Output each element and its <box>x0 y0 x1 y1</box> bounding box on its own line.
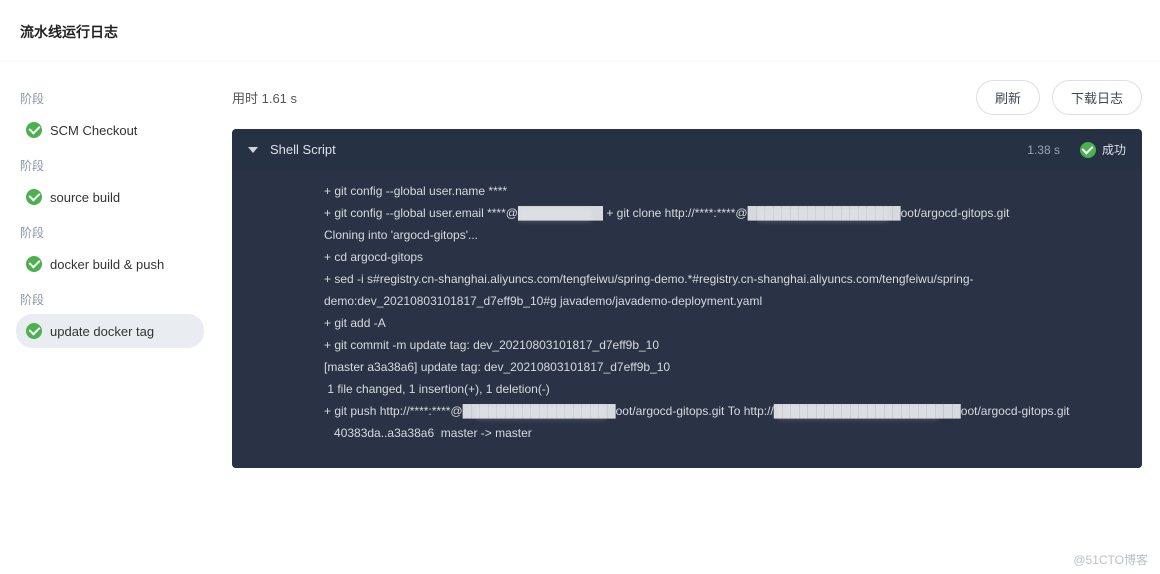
stage-item-scm-checkout[interactable]: SCM Checkout <box>16 113 204 147</box>
log-line: + git add -A <box>324 312 1124 334</box>
log-body: + git config --global user.name **** + g… <box>232 170 1142 468</box>
log-line: Cloning into 'argocd-gitops'... <box>324 224 1124 246</box>
refresh-button[interactable]: 刷新 <box>976 80 1040 115</box>
page-title: 流水线运行日志 <box>0 0 1160 60</box>
log-step-status-label: 成功 <box>1102 141 1126 158</box>
check-icon <box>26 189 42 205</box>
log-step-title: Shell Script <box>270 142 1015 157</box>
stage-heading: 阶段 <box>16 214 204 247</box>
log-step-header[interactable]: Shell Script 1.38 s 成功 <box>232 129 1142 170</box>
log-panel: Shell Script 1.38 s 成功 + git config --gl… <box>232 129 1142 468</box>
log-step-status: 成功 <box>1080 141 1126 158</box>
log-line: + sed -i s#registry.cn-shanghai.aliyuncs… <box>324 268 1124 312</box>
check-icon <box>26 256 42 272</box>
log-line: 40383da..a3a38a6 master -> master <box>324 422 1124 444</box>
stage-label-text: update docker tag <box>50 324 154 339</box>
log-line: [master a3a38a6] update tag: dev_2021080… <box>324 356 1124 378</box>
check-icon <box>26 122 42 138</box>
watermark: @51CTO博客 <box>1073 551 1148 568</box>
stage-item-docker-build-push[interactable]: docker build & push <box>16 247 204 281</box>
check-icon <box>1080 142 1096 158</box>
stage-heading: 阶段 <box>16 281 204 314</box>
log-step-duration: 1.38 s <box>1027 143 1060 157</box>
log-line: + git push http://****:****@████████████… <box>324 404 724 418</box>
stage-item-source-build[interactable]: source build <box>16 180 204 214</box>
download-log-button[interactable]: 下载日志 <box>1052 80 1142 115</box>
stage-sidebar: 阶段 SCM Checkout 阶段 source build 阶段 docke… <box>0 60 220 574</box>
log-line: + git config --global user.email ****@██… <box>324 206 603 220</box>
stage-label-text: docker build & push <box>50 257 164 272</box>
main-content: 用时 1.61 s 刷新 下载日志 Shell Script 1.38 s 成功 <box>220 60 1160 574</box>
stage-heading: 阶段 <box>16 147 204 180</box>
log-line: + git commit -m update tag: dev_20210803… <box>324 334 1124 356</box>
log-line: + git clone http://****:****@███████████… <box>606 206 1009 220</box>
duration-label: 用时 1.61 s <box>232 88 297 107</box>
log-line: + cd argocd-gitops <box>324 246 1124 268</box>
log-line: To http://██████████████████████oot/argo… <box>728 404 1070 418</box>
stage-item-update-docker-tag[interactable]: update docker tag <box>16 314 204 348</box>
log-line: + git config --global user.name **** <box>324 180 1124 202</box>
chevron-down-icon <box>248 147 258 153</box>
stage-label-text: source build <box>50 190 120 205</box>
stage-label-text: SCM Checkout <box>50 123 137 138</box>
stage-heading: 阶段 <box>16 80 204 113</box>
check-icon <box>26 323 42 339</box>
log-line: 1 file changed, 1 insertion(+), 1 deleti… <box>324 378 1124 400</box>
